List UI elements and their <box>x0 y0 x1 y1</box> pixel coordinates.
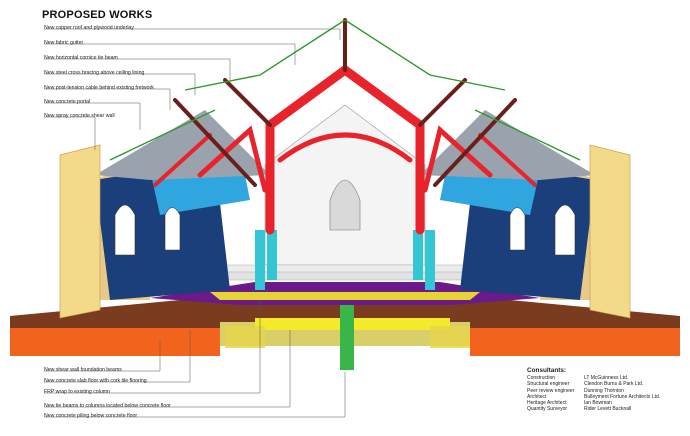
left-roof <box>95 110 270 180</box>
label-post-tension-cable: New post-tension cable behind existing f… <box>44 85 154 91</box>
label-frp-wrap: FRP wrap to existing column <box>44 389 110 395</box>
foundation <box>10 300 680 370</box>
consultant-role: Quantity Surveyor <box>527 406 568 413</box>
right-roof <box>420 110 595 180</box>
consultant-row: Quantity Surveyor Rider Levett Bucknall <box>527 406 660 412</box>
label-tie-beams: New tie beams to columns located below c… <box>44 403 171 409</box>
label-concrete-portal: New concrete portal <box>44 99 91 105</box>
label-foundation-beams: New shear wall foundation beams <box>44 367 122 373</box>
label-copper-roof: New copper roof and plywood underlay <box>44 25 134 31</box>
consultants-block: Consultants: Construction LT McGuinness L… <box>527 367 660 412</box>
label-cornice-tie-beam: New horizontal cornice tie beam <box>44 55 118 61</box>
label-slab-floor: New concrete slab floor with cork tile f… <box>44 378 147 384</box>
diagram-title: PROPOSED WORKS <box>42 9 153 21</box>
label-cross-bracing: New steel cross bracing above ceiling li… <box>44 70 145 76</box>
label-fabric-gutter: New fabric gutter <box>44 40 84 46</box>
consultant-firm: Rider Levett Bucknall <box>584 406 632 413</box>
diagram-canvas: PROPOSED WORKS New copper roof and plywo… <box>0 0 690 431</box>
consultants-title: Consultants: <box>527 367 567 374</box>
label-concrete-piling: New concrete piling below concrete floor <box>44 413 138 419</box>
label-shear-wall: New spray concrete shear wall <box>44 113 115 119</box>
